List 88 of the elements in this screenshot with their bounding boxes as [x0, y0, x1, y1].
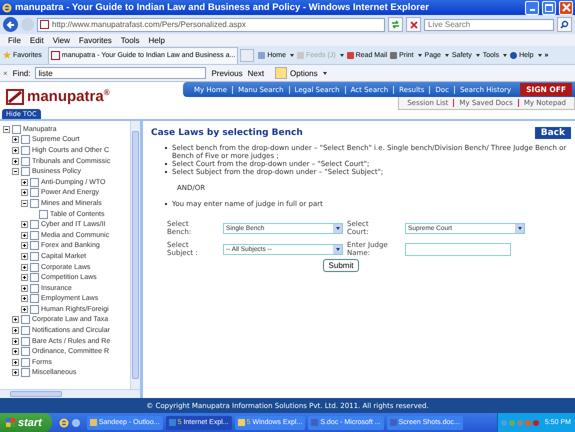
stop-icon — [410, 20, 418, 28]
start-button[interactable]: start — [0, 413, 52, 432]
checkbox[interactable] — [30, 230, 39, 240]
options-button[interactable]: Options — [275, 67, 327, 79]
expand-toggle-icon[interactable] — [21, 306, 28, 313]
checkbox[interactable] — [21, 368, 30, 378]
expand-toggle-icon[interactable] — [21, 264, 28, 271]
next-button[interactable]: Next — [248, 68, 264, 78]
expand-toggle-icon[interactable] — [21, 284, 28, 292]
dropdown-arrow-icon — [333, 244, 342, 254]
checkbox[interactable] — [30, 252, 39, 261]
checkbox[interactable] — [30, 304, 39, 314]
checkbox[interactable] — [30, 284, 39, 293]
menu-item[interactable]: Tools — [120, 36, 140, 44]
expand-toggle-icon[interactable] — [3, 126, 10, 133]
page-heading: Case Laws by selecting Bench — [151, 128, 303, 138]
checkbox[interactable] — [21, 135, 30, 144]
checkbox[interactable] — [30, 198, 39, 208]
checkbox[interactable] — [30, 178, 39, 187]
expand-toggle-icon[interactable] — [12, 369, 19, 376]
menu-item[interactable]: Help — [148, 36, 165, 44]
checkbox[interactable] — [30, 273, 39, 282]
menu-item[interactable]: Edit — [30, 36, 44, 44]
minimize-button[interactable] — [525, 0, 539, 14]
expand-toggle-icon[interactable] — [21, 221, 28, 228]
address-field[interactable]: http://www.manupatrafast.com/Pers/Personalized.aspx — [37, 18, 385, 32]
checkbox[interactable] — [21, 315, 30, 324]
restore-button[interactable] — [542, 0, 556, 14]
expand-toggle-icon[interactable] — [12, 158, 19, 165]
search-icon — [560, 20, 569, 29]
checkbox[interactable] — [21, 336, 30, 346]
search-field[interactable]: Live Search — [424, 18, 554, 30]
site-logo[interactable]: manupatra$^{®}$ — [6, 88, 110, 105]
refresh-icon — [391, 20, 400, 29]
expand-toggle-icon[interactable] — [12, 348, 19, 356]
back-link-button[interactable]: Back — [534, 127, 571, 139]
checkbox[interactable] — [39, 210, 48, 219]
stop-button[interactable] — [406, 17, 421, 32]
dropdown-arrow-icon — [515, 224, 524, 232]
horizontal-scrollbar[interactable] — [0, 389, 140, 398]
find-field[interactable]: liste — [35, 67, 206, 79]
expand-toggle-icon[interactable] — [21, 252, 28, 260]
expand-toggle-icon[interactable] — [21, 295, 28, 302]
refresh-button[interactable] — [388, 17, 403, 32]
vertical-scrollbar[interactable] — [130, 121, 140, 389]
checkbox[interactable] — [21, 156, 30, 166]
checkbox[interactable] — [21, 167, 30, 176]
expand-toggle-icon[interactable] — [12, 338, 19, 345]
checkbox[interactable] — [30, 220, 39, 230]
expand-toggle-icon[interactable] — [21, 200, 28, 207]
search-button[interactable] — [557, 17, 572, 32]
expand-toggle-icon[interactable] — [21, 242, 28, 250]
expand-toggle-icon[interactable] — [21, 189, 28, 196]
menu-item[interactable]: File — [8, 36, 21, 44]
expand-toggle-icon[interactable] — [12, 316, 19, 324]
checkbox[interactable] — [30, 294, 39, 304]
checkbox[interactable] — [30, 188, 39, 198]
checkbox[interactable] — [21, 146, 30, 155]
close-find-button[interactable]: × — [3, 68, 8, 78]
checkbox[interactable] — [30, 262, 39, 272]
checkbox[interactable] — [21, 358, 30, 367]
back-button[interactable] — [3, 17, 18, 32]
back-arrow-icon — [6, 20, 16, 30]
find-label: Find: — [12, 68, 30, 78]
site-favicon-icon — [40, 20, 49, 29]
expand-toggle-icon[interactable] — [21, 232, 28, 239]
menu-item[interactable]: Favorites — [78, 36, 112, 44]
submit-button[interactable]: Submit — [322, 259, 360, 272]
close-button[interactable] — [559, 0, 573, 14]
checkbox[interactable] — [30, 241, 39, 250]
window-title: manupatra - Your Guide to Indian Law and Business and Policy - Windows Internet Explorer — [15, 2, 430, 13]
judge-name-field[interactable] — [405, 242, 511, 256]
star-icon — [3, 51, 11, 59]
expand-toggle-icon[interactable] — [12, 136, 19, 144]
expand-toggle-icon[interactable] — [12, 168, 19, 176]
windows-flag-icon — [6, 418, 15, 427]
previous-button[interactable]: Previous — [211, 68, 243, 78]
menu-item[interactable]: View — [52, 36, 70, 44]
caret-icon — [322, 72, 327, 74]
checkbox[interactable] — [21, 347, 30, 356]
expand-toggle-icon[interactable] — [21, 178, 28, 186]
checkbox[interactable] — [21, 326, 30, 336]
expand-toggle-icon[interactable] — [21, 274, 28, 282]
expand-toggle-icon[interactable] — [12, 327, 19, 334]
expand-toggle-icon[interactable] — [12, 358, 19, 366]
checkbox[interactable] — [12, 124, 21, 134]
expand-toggle-icon[interactable] — [12, 146, 19, 154]
dropdown-arrow-icon — [333, 224, 342, 232]
